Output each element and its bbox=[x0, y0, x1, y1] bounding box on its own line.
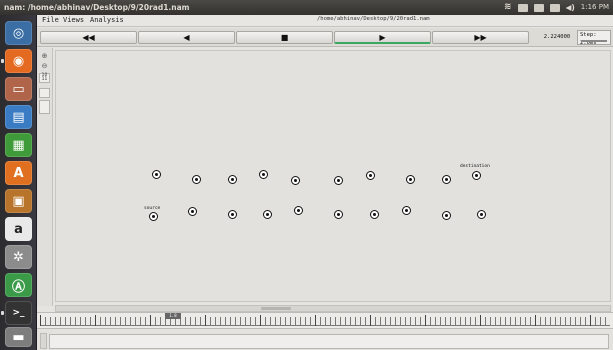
vertical-scrollbar[interactable] bbox=[40, 333, 47, 349]
network-node[interactable] bbox=[228, 210, 237, 219]
calc-icon[interactable]: ▦ bbox=[5, 133, 32, 157]
network-node[interactable] bbox=[291, 176, 300, 185]
step-control[interactable]: Step: 2.0ms bbox=[577, 30, 611, 46]
annotation-pane[interactable] bbox=[49, 334, 609, 349]
disk-icon[interactable]: ▬ bbox=[5, 327, 32, 347]
wifi-icon[interactable]: ≋ bbox=[504, 0, 512, 15]
network-canvas[interactable]: destination source bbox=[55, 50, 611, 302]
rewind-button[interactable]: ◀◀ bbox=[40, 31, 137, 44]
step-label: Step: 2.0ms bbox=[580, 32, 597, 46]
destination-node[interactable] bbox=[472, 171, 481, 180]
menu-analysis[interactable]: Analysis bbox=[90, 16, 124, 24]
fast-forward-button[interactable]: ▶▶ bbox=[432, 31, 529, 44]
destination-label: destination bbox=[460, 164, 490, 169]
network-node[interactable] bbox=[192, 175, 201, 184]
network-node[interactable] bbox=[442, 211, 451, 220]
mail-icon[interactable] bbox=[533, 3, 544, 12]
horizontal-scrollbar[interactable] bbox=[55, 305, 611, 312]
step-back-button[interactable]: ◀ bbox=[138, 31, 235, 44]
step-slider[interactable] bbox=[581, 40, 607, 42]
ebook-icon[interactable]: ▣ bbox=[5, 189, 32, 213]
volume-icon[interactable]: ◀) bbox=[566, 0, 575, 15]
file-path-label: /home/abhinav/Desktop/9/20rad1.nam bbox=[317, 16, 430, 22]
network-node[interactable] bbox=[228, 175, 237, 184]
screen: nam: /home/abhinav/Desktop/9/20rad1.nam … bbox=[0, 0, 613, 350]
tool-button[interactable] bbox=[39, 88, 50, 98]
clock[interactable]: 1:16 PM bbox=[581, 0, 609, 15]
bottom-pane bbox=[37, 330, 613, 350]
source-label: source bbox=[144, 206, 161, 211]
network-node[interactable] bbox=[406, 175, 415, 184]
battery-icon[interactable] bbox=[549, 3, 560, 12]
source-node[interactable] bbox=[149, 212, 158, 221]
network-node[interactable] bbox=[334, 210, 343, 219]
update-icon[interactable]: Ⓐ bbox=[5, 273, 32, 297]
network-node[interactable] bbox=[152, 170, 161, 179]
network-node[interactable] bbox=[188, 207, 197, 216]
time-display: 2.224000 bbox=[543, 34, 571, 40]
menu-file[interactable]: File bbox=[42, 16, 59, 24]
system-tray: ≋ ◀) 1:16 PM bbox=[504, 0, 609, 15]
firefox-icon[interactable]: ◉ bbox=[5, 49, 32, 73]
network-node[interactable] bbox=[402, 206, 411, 215]
window-title: nam: /home/abhinav/Desktop/9/20rad1.nam bbox=[4, 3, 190, 12]
network-node[interactable] bbox=[259, 170, 268, 179]
amazon-icon[interactable]: a bbox=[5, 217, 32, 241]
launcher: ◎ ◉ ▭ ▤ ▦ A ▣ a ✲ Ⓐ >_ ▬ bbox=[0, 15, 37, 350]
terminal-icon[interactable]: >_ bbox=[5, 301, 32, 325]
menubar: File Views Analysis /home/abhinav/Deskto… bbox=[37, 15, 613, 27]
play-button[interactable]: ▶ bbox=[334, 31, 431, 44]
writer-icon[interactable]: ▤ bbox=[5, 105, 32, 129]
scrollbar-thumb[interactable] bbox=[261, 307, 291, 310]
top-panel: nam: /home/abhinav/Desktop/9/20rad1.nam … bbox=[0, 0, 613, 15]
network-node[interactable] bbox=[294, 206, 303, 215]
running-indicator bbox=[1, 59, 4, 63]
nam-window: File Views Analysis /home/abhinav/Deskto… bbox=[37, 15, 613, 350]
tool-button-11-label: 11 bbox=[41, 77, 48, 82]
network-node[interactable] bbox=[334, 176, 343, 185]
settings-icon[interactable]: ✲ bbox=[5, 245, 32, 269]
timeline[interactable]: 1.8 bbox=[37, 312, 613, 329]
time-marker[interactable]: 1.8 bbox=[165, 313, 181, 319]
stop-button[interactable]: ■ bbox=[236, 31, 333, 44]
tool-button-10[interactable]: 10 11 bbox=[39, 73, 50, 83]
menu-views[interactable]: Views bbox=[63, 16, 84, 24]
tool-button[interactable] bbox=[39, 100, 50, 114]
network-node[interactable] bbox=[477, 210, 486, 219]
playback-controls: ◀◀ ◀ ■ ▶ ▶▶ 2.224000 Step: 2.0ms bbox=[37, 28, 613, 47]
dash-home-icon[interactable]: ◎ bbox=[5, 21, 32, 45]
files-icon[interactable]: ▭ bbox=[5, 77, 32, 101]
running-indicator bbox=[1, 311, 4, 315]
zoom-in-icon[interactable]: ⊕ bbox=[40, 52, 49, 60]
network-node[interactable] bbox=[370, 210, 379, 219]
network-node[interactable] bbox=[366, 171, 375, 180]
software-center-icon[interactable]: A bbox=[5, 161, 32, 185]
keyboard-icon[interactable] bbox=[517, 3, 528, 12]
network-node[interactable] bbox=[442, 175, 451, 184]
network-node[interactable] bbox=[263, 210, 272, 219]
zoom-out-icon[interactable]: ⊖ bbox=[40, 62, 49, 70]
tool-strip: ⊕ ⊖ 10 11 bbox=[37, 48, 53, 306]
timeline-major-ticks bbox=[40, 315, 610, 326]
